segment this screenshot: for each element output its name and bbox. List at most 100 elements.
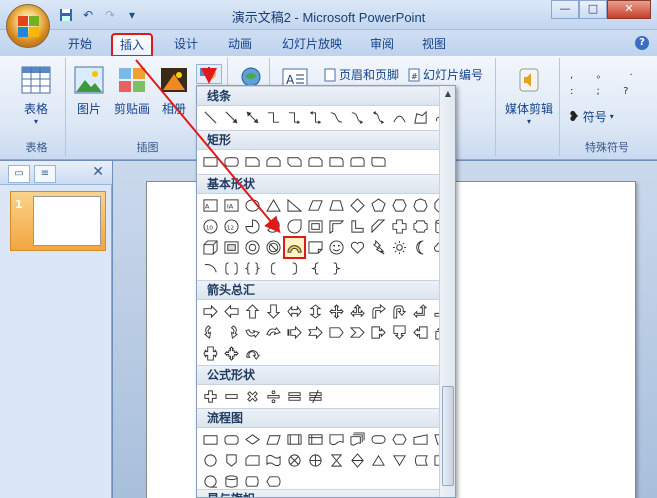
- l-shape[interactable]: [348, 217, 367, 236]
- help-icon[interactable]: ?: [635, 36, 649, 50]
- decagon-shape[interactable]: 10: [201, 217, 220, 236]
- freeform-shape[interactable]: [411, 108, 430, 127]
- tab-review[interactable]: 审阅: [362, 34, 402, 56]
- tab-animations[interactable]: 动画: [220, 34, 260, 56]
- parallelogram-shape[interactable]: [306, 196, 325, 215]
- symbol-grid[interactable]: , 。 ·: ; ?: [570, 68, 644, 100]
- gallery-scrollbar[interactable]: ▲: [439, 86, 455, 497]
- rectangle-shape[interactable]: [201, 152, 220, 171]
- down-arrow-callout-shape[interactable]: [390, 323, 409, 342]
- snip-same-side-shape[interactable]: [264, 152, 283, 171]
- vertical-textbox-shape[interactable]: IA: [222, 196, 241, 215]
- down-arrow-shape[interactable]: [264, 302, 283, 321]
- tab-view[interactable]: 视图: [414, 34, 454, 56]
- oval-shape[interactable]: [243, 196, 262, 215]
- snip-round-shape[interactable]: [306, 152, 325, 171]
- donut-shape[interactable]: [243, 238, 262, 257]
- half-frame-shape[interactable]: [327, 217, 346, 236]
- elbow-double-arrow-shape[interactable]: [306, 108, 325, 127]
- curved-down-arrow-shape[interactable]: [264, 323, 283, 342]
- table-button[interactable]: 表格 ▾: [14, 66, 58, 126]
- curved-left-arrow-shape[interactable]: [222, 323, 241, 342]
- round-same-side-shape[interactable]: [348, 152, 367, 171]
- curved-arrow-connector-shape[interactable]: [348, 108, 367, 127]
- office-button[interactable]: [6, 4, 50, 48]
- process-shape[interactable]: [201, 430, 220, 449]
- sun-shape[interactable]: [390, 238, 409, 257]
- predefined-process-shape[interactable]: [285, 430, 304, 449]
- shapes-button[interactable]: [196, 64, 222, 84]
- multiply-shape[interactable]: [243, 387, 262, 406]
- moon-shape[interactable]: [411, 238, 430, 257]
- left-arrow-callout-shape[interactable]: [411, 323, 430, 342]
- textbox-shape[interactable]: A: [201, 196, 220, 215]
- alternate-process-shape[interactable]: [222, 430, 241, 449]
- notched-right-arrow-shape[interactable]: [306, 323, 325, 342]
- sort-shape[interactable]: [348, 451, 367, 470]
- bevel-shape[interactable]: [222, 238, 241, 257]
- curved-connector-shape[interactable]: [327, 108, 346, 127]
- punched-tape-shape[interactable]: [264, 451, 283, 470]
- scrollbar-thumb[interactable]: [442, 386, 454, 486]
- tab-insert[interactable]: 插入: [111, 33, 153, 57]
- symbol-button[interactable]: ❥ 符号 ▾: [568, 108, 614, 125]
- arc-shape[interactable]: [201, 259, 220, 278]
- collate-shape[interactable]: [327, 451, 346, 470]
- terminator-shape[interactable]: [369, 430, 388, 449]
- quad-arrow-callout-shape[interactable]: [222, 344, 241, 363]
- slide-thumbnail-1[interactable]: 1: [10, 191, 106, 251]
- double-bracket-shape[interactable]: [222, 259, 241, 278]
- manual-input-shape[interactable]: [411, 430, 430, 449]
- summing-junction-shape[interactable]: [285, 451, 304, 470]
- elbow-arrow-shape[interactable]: [285, 108, 304, 127]
- round-single-corner-shape[interactable]: [327, 152, 346, 171]
- equal-shape[interactable]: [285, 387, 304, 406]
- connector-shape[interactable]: [201, 451, 220, 470]
- multidocument-shape[interactable]: [348, 430, 367, 449]
- slides-tab-icon[interactable]: ▭: [8, 165, 30, 183]
- snip-single-corner-shape[interactable]: [243, 152, 262, 171]
- teardrop-shape[interactable]: [285, 217, 304, 236]
- left-right-arrow-callout-shape[interactable]: [201, 344, 220, 363]
- minus-shape[interactable]: [222, 387, 241, 406]
- minimize-button[interactable]: —: [551, 0, 579, 19]
- left-right-arrow-shape[interactable]: [285, 302, 304, 321]
- quad-arrow-shape[interactable]: [327, 302, 346, 321]
- media-clip-button[interactable]: 媒体剪辑 ▾: [500, 66, 558, 126]
- right-triangle-shape[interactable]: [285, 196, 304, 215]
- up-down-arrow-shape[interactable]: [306, 302, 325, 321]
- divide-shape[interactable]: [264, 387, 283, 406]
- left-brace-shape[interactable]: [306, 259, 325, 278]
- heptagon-shape[interactable]: [411, 196, 430, 215]
- maximize-button[interactable]: □: [579, 0, 607, 19]
- rounded-rectangle-shape[interactable]: [222, 152, 241, 171]
- double-brace-shape[interactable]: [243, 259, 262, 278]
- hexagon-shape[interactable]: [390, 196, 409, 215]
- curved-double-arrow-shape[interactable]: [369, 108, 388, 127]
- left-arrow-shape[interactable]: [222, 302, 241, 321]
- header-footer-button[interactable]: 页眉和页脚: [324, 66, 399, 83]
- right-bracket-shape[interactable]: [285, 259, 304, 278]
- arrow-line-shape[interactable]: [222, 108, 241, 127]
- trapezoid-shape[interactable]: [327, 196, 346, 215]
- decision-shape[interactable]: [243, 430, 262, 449]
- merge-shape[interactable]: [390, 451, 409, 470]
- pentagon-shape[interactable]: [369, 196, 388, 215]
- diamond-shape[interactable]: [348, 196, 367, 215]
- internal-storage-shape[interactable]: [306, 430, 325, 449]
- document-shape[interactable]: [327, 430, 346, 449]
- pentagon-arrow-shape[interactable]: [327, 323, 346, 342]
- cube-shape[interactable]: [201, 238, 220, 257]
- tab-slideshow[interactable]: 幻灯片放映: [276, 34, 348, 56]
- no-symbol-shape[interactable]: [264, 238, 283, 257]
- data-shape[interactable]: [264, 430, 283, 449]
- heart-shape[interactable]: [348, 238, 367, 257]
- double-arrow-line-shape[interactable]: [243, 108, 262, 127]
- plus-shape[interactable]: [201, 387, 220, 406]
- right-arrow-callout-shape[interactable]: [369, 323, 388, 342]
- album-button[interactable]: 相册: [158, 66, 190, 117]
- left-right-up-arrow-shape[interactable]: [348, 302, 367, 321]
- card-shape[interactable]: [243, 451, 262, 470]
- smiley-face-shape[interactable]: [327, 238, 346, 257]
- tab-design[interactable]: 设计: [166, 34, 206, 56]
